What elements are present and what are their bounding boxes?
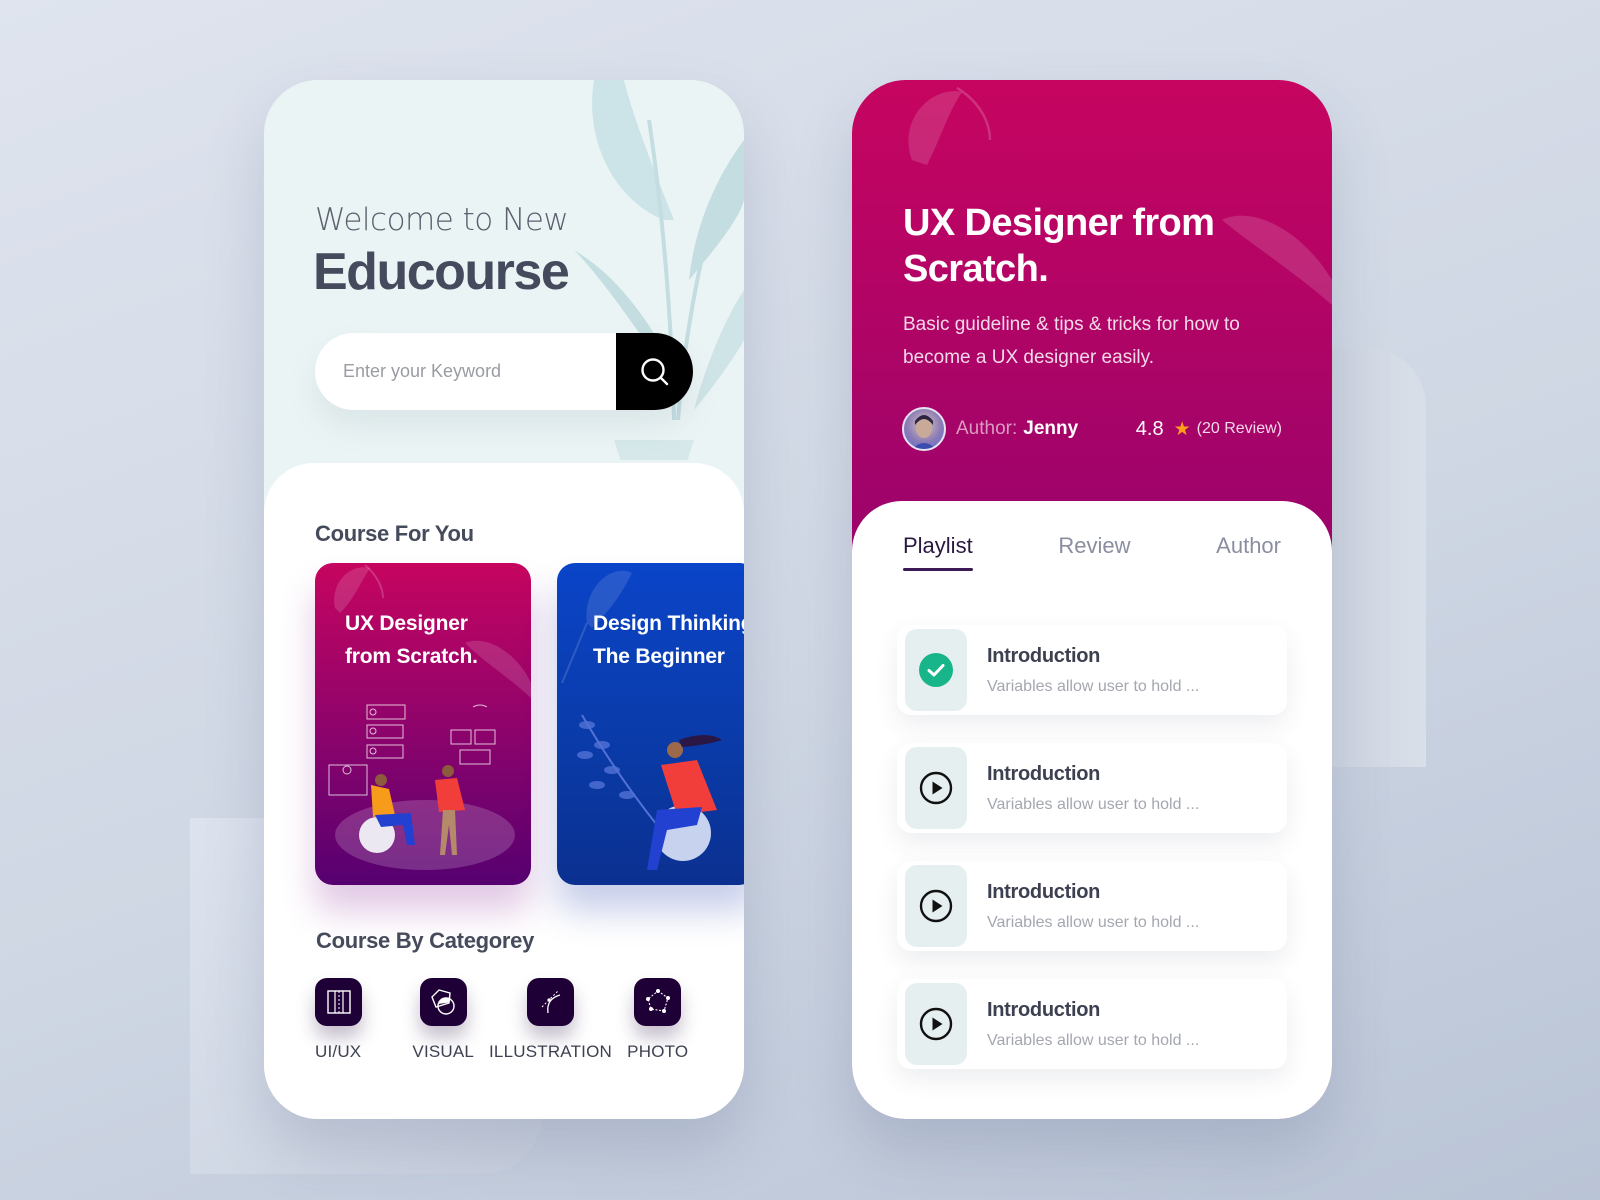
author-avatar[interactable] (902, 407, 946, 451)
course-description: Basic guideline & tips & tricks for how … (903, 314, 1240, 368)
course-section-title: Course For You (315, 521, 474, 546)
category-list: UI/UX VISUAL ILLUSTRATION PHOTO (306, 978, 710, 1062)
playlist-item[interactable]: Introduction Variables allow user to hol… (897, 743, 1287, 833)
rating: 4.8 ★ (20 Review) (1136, 418, 1282, 441)
search-input[interactable] (315, 333, 615, 410)
search-button[interactable] (616, 333, 693, 410)
course-illustration (328, 704, 515, 870)
playlist: Introduction Variables allow user to hol… (897, 625, 1287, 1097)
review-count[interactable]: (20 Review) (1197, 420, 1282, 438)
category-label: PHOTO (627, 1042, 689, 1061)
playlist-item-subtitle: Variables allow user to hold ... (987, 1031, 1200, 1049)
check-circle-icon (919, 653, 953, 687)
pen-tool-icon (541, 990, 560, 1014)
category-visual[interactable]: VISUAL (391, 978, 496, 1062)
course-title: UX Designer from Scratch. (903, 202, 1215, 290)
category-label: VISUAL (412, 1042, 475, 1061)
course-card-title: Design Thinking The Beginner (593, 612, 744, 668)
playlist-item-title: Introduction (987, 762, 1101, 785)
playlist-item-subtitle: Variables allow user to hold ... (987, 677, 1200, 695)
star-icon: ★ (1173, 418, 1191, 440)
rating-value: 4.8 (1135, 417, 1164, 440)
home-screen: Welcome to New Educourse Course For You … (264, 80, 744, 1119)
shapes-icon (431, 989, 455, 1015)
playlist-item-subtitle: Variables allow user to hold ... (987, 795, 1200, 813)
tab-author[interactable]: Author (1216, 533, 1281, 571)
course-card-title: UX Designer from Scratch. (345, 612, 478, 668)
play-circle-icon[interactable] (919, 1007, 953, 1041)
author-row: Author: Jenny 4.8 ★ (20 Review) (902, 406, 1282, 452)
playlist-item[interactable]: Introduction Variables allow user to hol… (897, 979, 1287, 1069)
category-section-title: Course By Categorey (316, 928, 535, 953)
play-circle-icon[interactable] (919, 771, 953, 805)
playlist-item-title: Introduction (987, 998, 1101, 1021)
avatar-portrait (912, 415, 936, 449)
polygon-nodes-icon (645, 989, 670, 1013)
search-bar (315, 333, 693, 410)
tab-review[interactable]: Review (1058, 533, 1130, 571)
tab-playlist[interactable]: Playlist (903, 533, 973, 571)
playlist-item-title: Introduction (987, 644, 1101, 667)
category-label: UI/UX (315, 1042, 362, 1061)
playlist-item-subtitle: Variables allow user to hold ... (987, 913, 1200, 931)
author-name[interactable]: Jenny (1023, 418, 1078, 440)
home-content-sheet: Course For You UX Designer from Scratch. (264, 463, 744, 1119)
brand-title: Educourse (313, 243, 570, 301)
course-card-design-thinking[interactable]: Design Thinking The Beginner (557, 563, 744, 885)
playlist-item-title: Introduction (987, 880, 1101, 903)
playlist-item[interactable]: Introduction Variables allow user to hol… (897, 861, 1287, 951)
layout-grid-icon (326, 990, 351, 1014)
category-illustration[interactable]: ILLUSTRATION (489, 978, 612, 1062)
category-label: ILLUSTRATION (489, 1042, 612, 1061)
play-circle-icon[interactable] (919, 889, 953, 923)
playlist-item[interactable]: Introduction Variables allow user to hol… (897, 625, 1287, 715)
detail-tabs: Playlist Review Author (903, 533, 1281, 571)
welcome-text: Welcome to New (315, 202, 569, 238)
course-detail-screen: UX Designer from Scratch. Basic guidelin… (852, 80, 1332, 1119)
course-card-ux-designer[interactable]: UX Designer from Scratch. (315, 563, 531, 885)
course-illustration (577, 714, 722, 870)
author-label: Author: (956, 418, 1018, 439)
search-icon (640, 357, 668, 385)
category-ui-ux[interactable]: UI/UX (315, 978, 391, 1062)
category-photo[interactable]: PHOTO (606, 978, 711, 1062)
detail-content-sheet: Playlist Review Author Introduction Vari… (852, 501, 1332, 1119)
